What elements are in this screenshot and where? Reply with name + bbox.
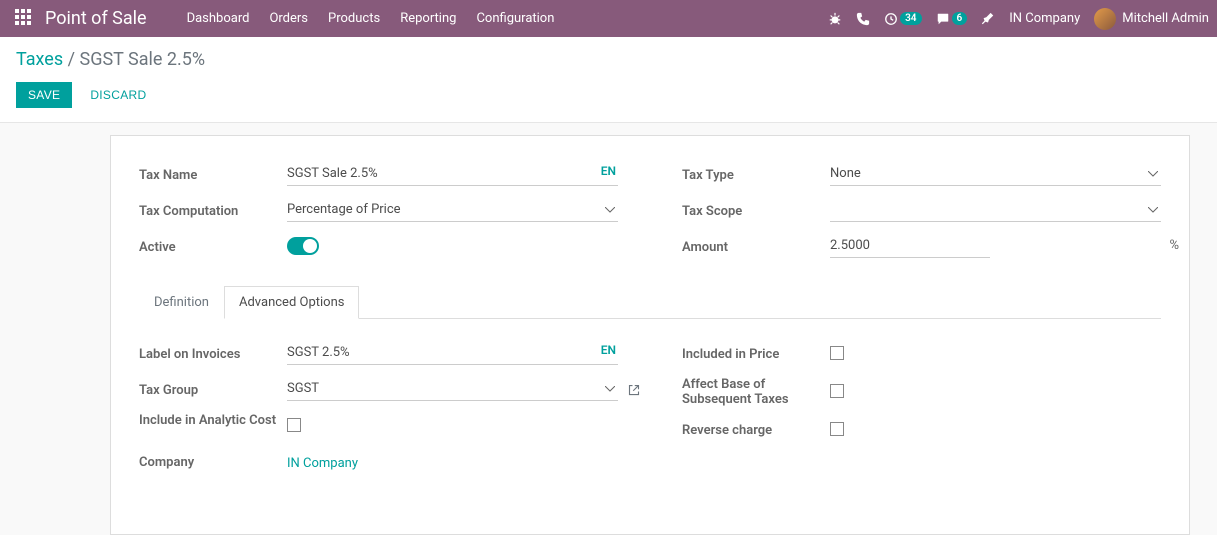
label-tax-scope: Tax Scope xyxy=(682,202,830,219)
tools-icon[interactable] xyxy=(981,12,995,26)
row-tax-group: Tax Group SGST xyxy=(139,375,618,403)
nav-right: 34 6 IN Company Mitchell Admin xyxy=(828,8,1217,30)
tax-type-select[interactable]: None xyxy=(830,162,1161,186)
messaging-icon[interactable]: 6 xyxy=(936,12,968,26)
phone-icon[interactable] xyxy=(856,12,870,26)
activities-icon[interactable]: 34 xyxy=(884,12,921,26)
label-included-in-price: Included in Price xyxy=(682,345,830,362)
label-affect-base: Affect Base of Subsequent Taxes xyxy=(682,375,830,407)
adv-col-right: Included in Price Affect Base of Subsequ… xyxy=(682,339,1161,483)
label-label-on-invoices: Label on Invoices xyxy=(139,345,287,362)
amount-suffix: % xyxy=(1169,238,1179,253)
tax-group-select[interactable]: SGST xyxy=(287,377,618,401)
label-tax-type: Tax Type xyxy=(682,166,830,183)
col-right: Tax Type None Tax Scope xyxy=(682,160,1161,268)
tax-computation-select[interactable]: Percentage of Price xyxy=(287,198,618,222)
amount-input[interactable] xyxy=(830,234,990,258)
nav-items: Dashboard Orders Products Reporting Conf… xyxy=(177,0,565,37)
tab-advanced-options[interactable]: Advanced Options xyxy=(224,286,359,319)
external-link-icon[interactable] xyxy=(628,381,640,400)
affect-base-checkbox[interactable] xyxy=(830,384,844,398)
row-amount: Amount % xyxy=(682,232,1161,260)
active-toggle[interactable] xyxy=(287,237,319,255)
app-title[interactable]: Point of Sale xyxy=(45,8,177,29)
lang-tag[interactable]: EN xyxy=(597,343,616,357)
tab-definition[interactable]: Definition xyxy=(139,286,224,319)
tax-scope-select[interactable] xyxy=(830,198,1161,222)
row-tax-name: Tax Name EN xyxy=(139,160,618,188)
label-tax-group: Tax Group xyxy=(139,381,287,398)
row-tax-scope: Tax Scope xyxy=(682,196,1161,224)
discard-button[interactable]: DISCARD xyxy=(80,82,156,108)
nav-reporting[interactable]: Reporting xyxy=(390,0,466,37)
breadcrumb-current: SGST Sale 2.5% xyxy=(80,49,206,70)
debug-icon[interactable] xyxy=(828,12,842,26)
button-row: SAVE DISCARD xyxy=(16,82,1201,108)
row-include-analytic: Include in Analytic Cost xyxy=(139,411,618,439)
reverse-charge-checkbox[interactable] xyxy=(830,422,844,436)
row-tax-type: Tax Type None xyxy=(682,160,1161,188)
tax-name-input[interactable] xyxy=(287,162,618,186)
company-switcher[interactable]: IN Company xyxy=(1009,11,1080,26)
adv-col-left: Label on Invoices EN Tax Group SGST xyxy=(139,339,618,483)
row-label-on-invoices: Label on Invoices EN xyxy=(139,339,618,367)
label-include-analytic: Include in Analytic Cost xyxy=(139,411,287,428)
user-menu[interactable]: Mitchell Admin xyxy=(1094,8,1209,30)
tabs: Definition Advanced Options xyxy=(139,286,1161,319)
user-name: Mitchell Admin xyxy=(1122,11,1209,26)
nav-dashboard[interactable]: Dashboard xyxy=(177,0,260,37)
label-tax-computation: Tax Computation xyxy=(139,202,287,219)
nav-configuration[interactable]: Configuration xyxy=(466,0,564,37)
label-amount: Amount xyxy=(682,238,830,255)
top-fields: Tax Name EN Tax Computation Percentage o… xyxy=(139,160,1161,268)
row-reverse-charge: Reverse charge xyxy=(682,415,1161,443)
apps-icon[interactable] xyxy=(0,9,45,29)
nav-products[interactable]: Products xyxy=(318,0,390,37)
company-link[interactable]: IN Company xyxy=(287,454,358,471)
label-company: Company xyxy=(139,453,287,470)
include-analytic-checkbox[interactable] xyxy=(287,418,301,432)
col-left: Tax Name EN Tax Computation Percentage o… xyxy=(139,160,618,268)
nav-orders[interactable]: Orders xyxy=(259,0,318,37)
lang-tag[interactable]: EN xyxy=(597,164,616,178)
breadcrumb: Taxes / SGST Sale 2.5% xyxy=(16,49,1201,70)
label-on-invoices-input[interactable] xyxy=(287,341,618,365)
messaging-badge: 6 xyxy=(952,12,968,25)
breadcrumb-root[interactable]: Taxes xyxy=(16,49,63,70)
row-included-in-price: Included in Price xyxy=(682,339,1161,367)
row-tax-computation: Tax Computation Percentage of Price xyxy=(139,196,618,224)
activities-badge: 34 xyxy=(900,12,921,25)
top-nav: Point of Sale Dashboard Orders Products … xyxy=(0,0,1217,37)
row-active: Active xyxy=(139,232,618,260)
avatar xyxy=(1094,8,1116,30)
label-tax-name: Tax Name xyxy=(139,166,287,183)
included-in-price-checkbox[interactable] xyxy=(830,346,844,360)
label-reverse-charge: Reverse charge xyxy=(682,421,830,438)
tab-body: Label on Invoices EN Tax Group SGST xyxy=(139,319,1161,483)
form-sheet: Tax Name EN Tax Computation Percentage o… xyxy=(110,135,1190,535)
breadcrumb-sep: / xyxy=(68,49,75,70)
form-wrap: Tax Name EN Tax Computation Percentage o… xyxy=(0,123,1217,535)
control-panel: Taxes / SGST Sale 2.5% SAVE DISCARD xyxy=(0,37,1217,123)
label-active: Active xyxy=(139,238,287,255)
row-affect-base: Affect Base of Subsequent Taxes xyxy=(682,375,1161,407)
row-company: Company IN Company xyxy=(139,447,618,475)
save-button[interactable]: SAVE xyxy=(16,82,72,108)
